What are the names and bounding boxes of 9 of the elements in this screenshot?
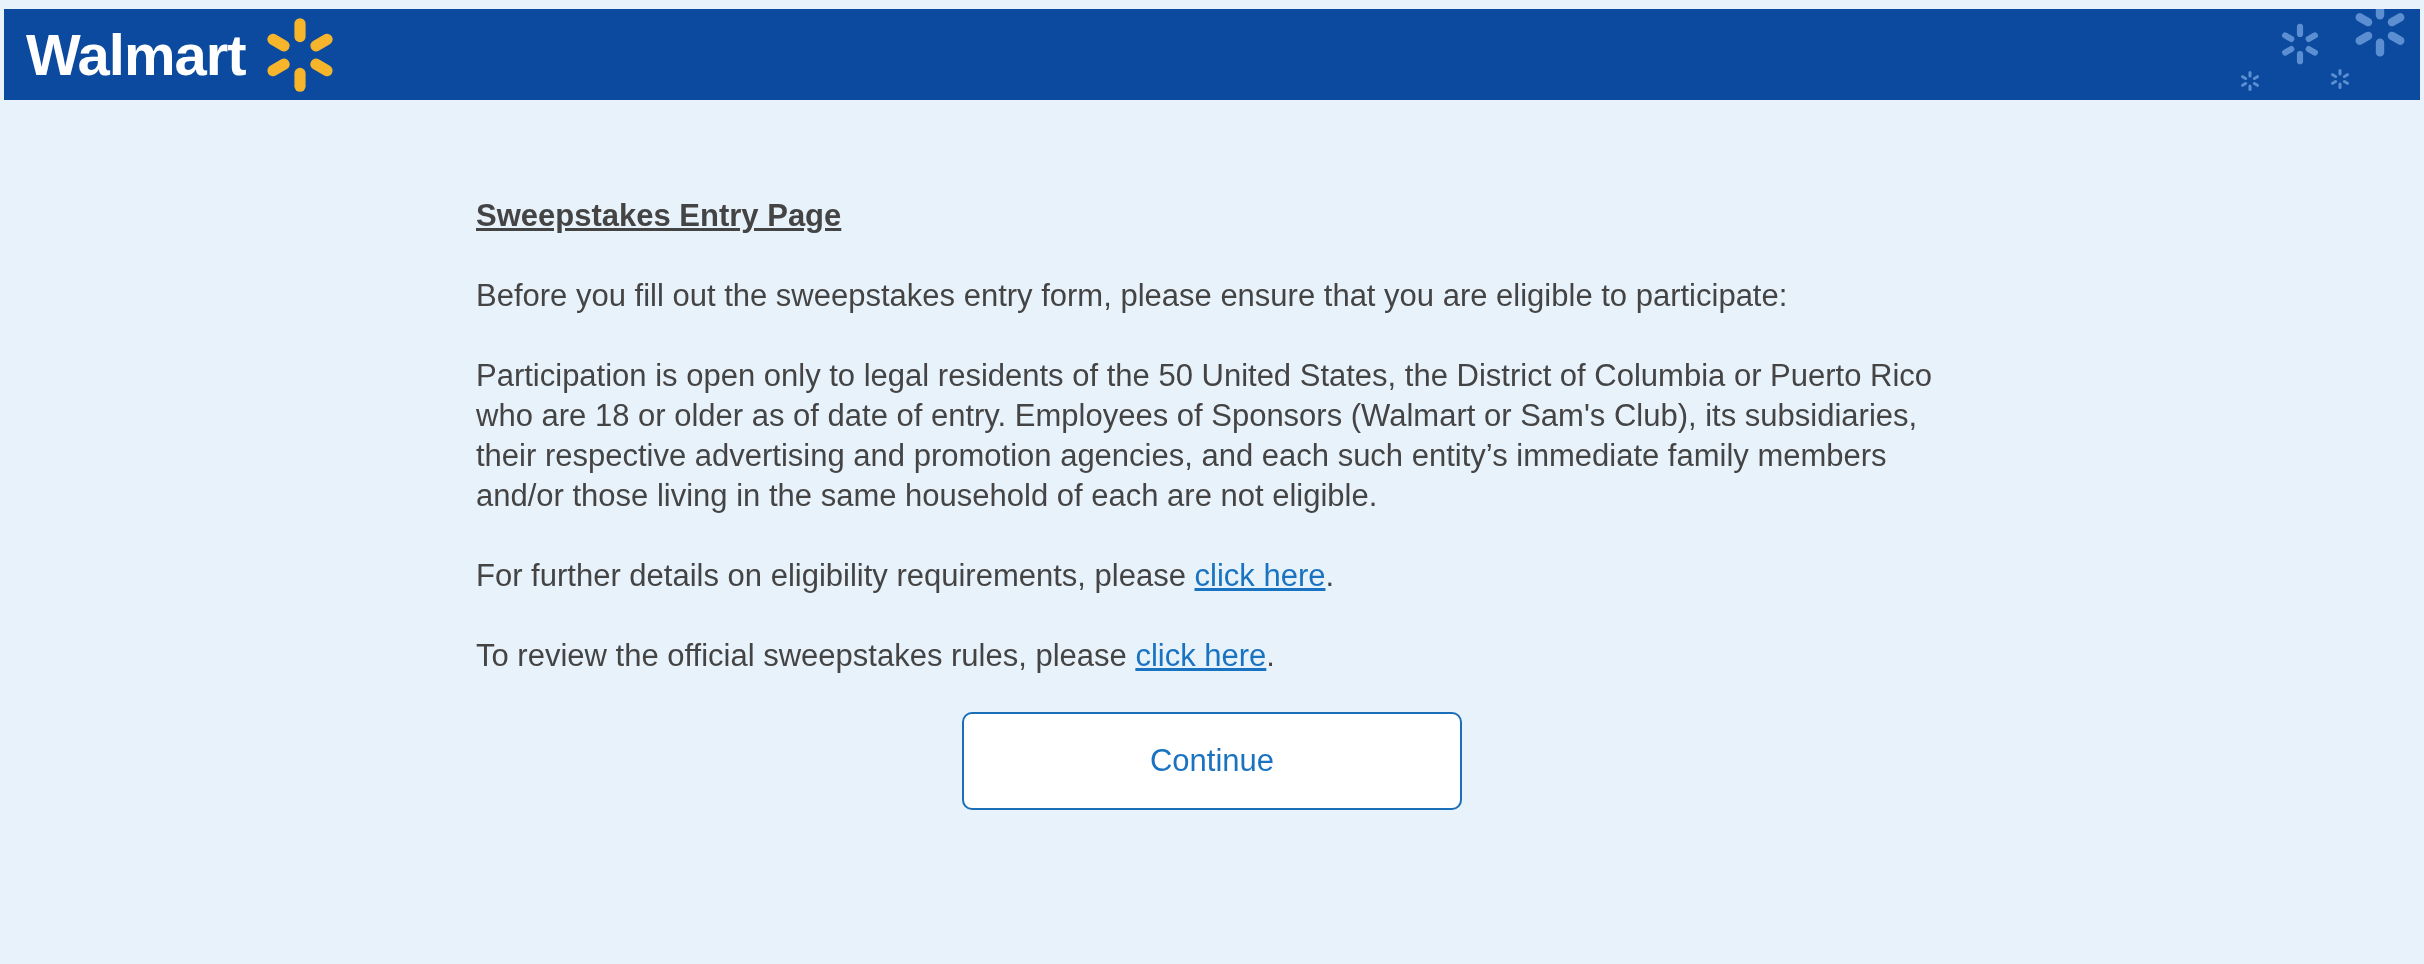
body-paragraph: To review the official sweepstakes rules, please click here. <box>476 637 1276 675</box>
logo-text: Walmart <box>26 25 246 84</box>
continue-button[interactable]: Continue <box>962 712 1462 810</box>
body-paragraph: Before you fill out the sweepstakes entry form, please ensure that you are eligible to participate: <box>476 277 1789 315</box>
click-here-link[interactable]: click here <box>1194 558 1326 593</box>
page-title: Sweepstakes Entry Page <box>476 197 842 235</box>
body-paragraph: For further details on eligibility requirements, please click here. <box>476 557 1336 595</box>
click-here-link[interactable]: click here <box>1135 638 1267 673</box>
body-paragraph: Participation is open only to legal residents of the 50 United States, the District of Columbia or Puerto Rico who are 18 or older as of date of entry. Employees of Sponsors (Walmart or Sam's Club), its subsidiaries, their respective advertising and promotion agencies, and each such entity’s immediate family members and/or those living in the same household of each are not eligible. <box>476 357 1934 515</box>
